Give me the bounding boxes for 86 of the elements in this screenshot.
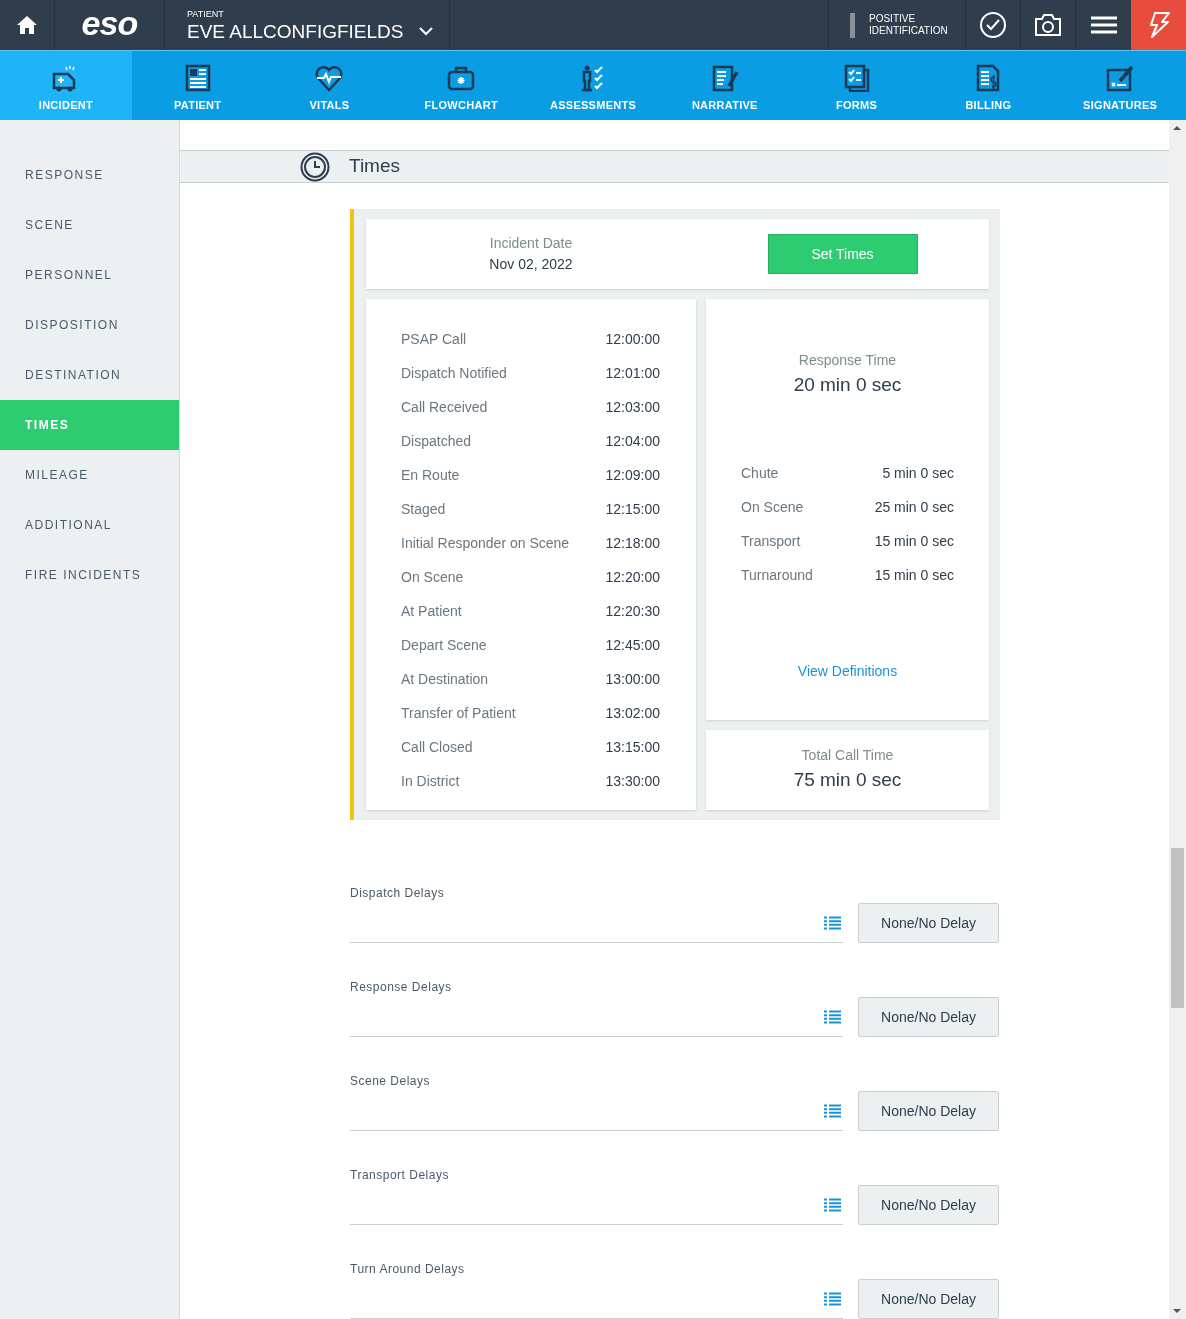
section-title: Times xyxy=(349,154,401,179)
interval-label: On Scene xyxy=(741,498,804,517)
time-label: Staged xyxy=(401,499,446,519)
medical-bag-icon xyxy=(447,64,476,92)
clock-icon xyxy=(300,151,330,182)
camera-icon[interactable] xyxy=(1035,14,1061,36)
list-icon[interactable] xyxy=(824,1291,841,1306)
field-label: Transport Delays xyxy=(350,1167,450,1184)
sidebar-item[interactable]: SCENE xyxy=(0,200,179,250)
time-label: Call Received xyxy=(401,397,488,417)
field-label: Scene Delays xyxy=(350,1073,432,1090)
home-icon[interactable] xyxy=(17,16,37,34)
response-time-label: Response Time xyxy=(798,351,897,370)
none-no-delay-button[interactable]: None/No Delay xyxy=(858,997,999,1037)
time-value: 12:18:00 xyxy=(605,533,660,553)
list-icon[interactable] xyxy=(824,915,841,930)
time-label: Dispatched xyxy=(401,431,472,451)
logo: eso xyxy=(81,6,138,40)
time-value: 12:20:00 xyxy=(605,567,660,587)
document-pencil-icon xyxy=(710,64,739,92)
sidebar-item[interactable]: ADDITIONAL xyxy=(0,500,179,550)
field-label: Dispatch Delays xyxy=(350,885,446,902)
time-label: Transfer of Patient xyxy=(401,703,516,723)
total-call-time-value: 75 min 0 sec xyxy=(793,768,902,793)
sidebar-item[interactable]: RESPONSE xyxy=(0,150,179,200)
menu-icon[interactable] xyxy=(1090,16,1117,34)
time-label: At Destination xyxy=(401,669,489,689)
time-value: 12:09:00 xyxy=(605,465,660,485)
time-label: Dispatch Notified xyxy=(401,363,507,383)
view-definitions-link[interactable]: View Definitions xyxy=(797,660,898,682)
time-value: 12:45:00 xyxy=(605,635,660,655)
scrollbar[interactable] xyxy=(1169,120,1186,1319)
sidebar-item[interactable]: DISPOSITION xyxy=(0,300,179,350)
interval-label: Transport xyxy=(741,532,801,551)
response-time-value: 20 min 0 sec xyxy=(793,373,902,397)
interval-label: Chute xyxy=(741,464,779,483)
none-no-delay-button[interactable]: None/No Delay xyxy=(858,903,999,943)
incident-date-label: Incident Date xyxy=(489,234,573,253)
time-value: 12:20:30 xyxy=(605,601,660,621)
time-value: 13:15:00 xyxy=(605,737,660,757)
sidebar-item[interactable]: DESTINATION xyxy=(0,350,179,400)
time-label: At Patient xyxy=(401,601,462,621)
list-icon[interactable] xyxy=(824,1103,841,1118)
sidebar-item[interactable]: FIRE INCIDENTS xyxy=(0,550,179,600)
none-no-delay-button[interactable]: None/No Delay xyxy=(858,1279,999,1319)
time-value: 13:00:00 xyxy=(605,669,660,689)
field-label: Turn Around Delays xyxy=(350,1261,466,1278)
lightning-button[interactable] xyxy=(1131,0,1186,50)
checklist-icon xyxy=(842,64,871,92)
interval-value: 25 min 0 sec xyxy=(874,498,954,517)
time-label: En Route xyxy=(401,465,460,485)
list-icon[interactable] xyxy=(824,1197,841,1212)
interval-label: Turnaround xyxy=(741,566,813,585)
heart-pulse-icon xyxy=(315,64,344,92)
sidebar-item[interactable]: MILEAGE xyxy=(0,450,179,500)
chevron-down-icon[interactable] xyxy=(419,26,434,36)
time-value: 13:30:00 xyxy=(605,771,660,791)
time-value: 12:00:00 xyxy=(605,329,660,349)
time-value: 12:03:00 xyxy=(605,397,660,417)
list-icon[interactable] xyxy=(824,1009,841,1024)
patient-name: EVE ALLCONFIGFIELDS xyxy=(187,21,404,41)
field-label: Response Delays xyxy=(350,979,453,996)
incident-date-value: Nov 02, 2022 xyxy=(489,255,573,274)
time-value: 13:02:00 xyxy=(605,703,660,723)
status-bar-icon xyxy=(850,12,855,38)
signature-icon xyxy=(1106,64,1135,92)
time-label: Depart Scene xyxy=(401,635,487,655)
time-label: Initial Responder on Scene xyxy=(401,533,570,553)
checkmark-icon[interactable] xyxy=(980,12,1006,38)
time-value: 12:04:00 xyxy=(605,431,660,451)
sidebar-item[interactable]: PERSONNEL xyxy=(0,250,179,300)
id-card-icon xyxy=(183,64,212,92)
none-no-delay-button[interactable]: None/No Delay xyxy=(858,1091,999,1131)
positive-identification-button[interactable]: POSITIVE IDENTIFICATION xyxy=(869,13,949,37)
interval-value: 5 min 0 sec xyxy=(882,464,954,483)
time-value: 12:15:00 xyxy=(605,499,660,519)
none-no-delay-button[interactable]: None/No Delay xyxy=(858,1185,999,1225)
time-value: 12:01:00 xyxy=(605,363,660,383)
total-call-time-label: Total Call Time xyxy=(801,746,894,766)
interval-value: 15 min 0 sec xyxy=(874,566,954,585)
time-label: Call Closed xyxy=(401,737,473,757)
interval-value: 15 min 0 sec xyxy=(874,532,954,551)
time-label: PSAP Call xyxy=(401,329,467,349)
patient-label: PATIENT xyxy=(187,9,225,19)
time-label: In District xyxy=(401,771,460,791)
time-label: On Scene xyxy=(401,567,464,587)
